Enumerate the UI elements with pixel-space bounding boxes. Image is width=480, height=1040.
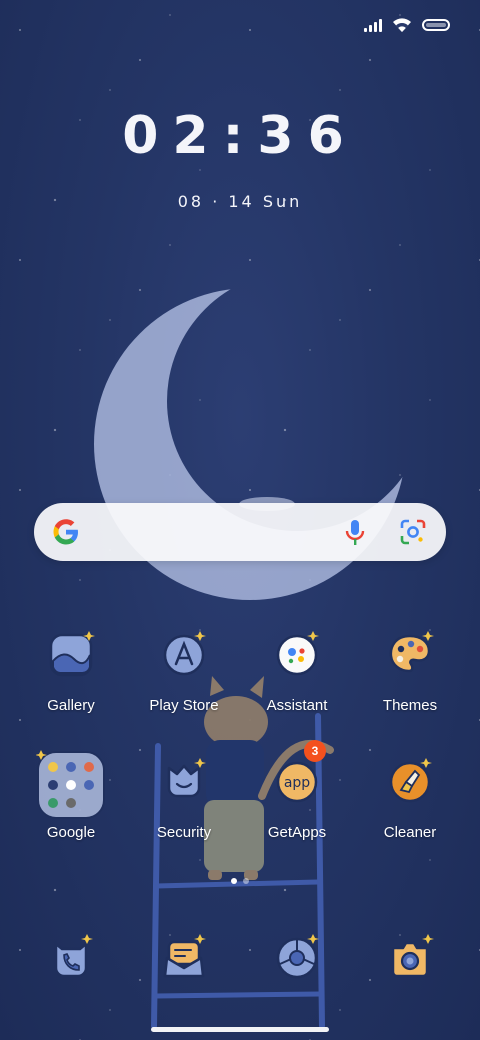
app-google-folder[interactable]: Google	[15, 750, 127, 841]
google-g-icon	[53, 519, 78, 545]
camera-icon	[379, 930, 441, 992]
app-label: Themes	[382, 697, 438, 714]
app-assistant[interactable]: Assistant	[241, 627, 353, 714]
play-store-icon	[153, 627, 215, 689]
dock-camera[interactable]	[354, 930, 466, 992]
app-label: Security	[156, 824, 212, 841]
app-play-store[interactable]: Play Store	[128, 627, 240, 714]
google-search-bar[interactable]	[34, 503, 446, 561]
clock-time[interactable]: 02:36	[0, 106, 480, 166]
notification-badge: 3	[304, 740, 326, 762]
app-label: Assistant	[266, 697, 328, 714]
clock-date[interactable]: 08 · 14 Sun	[0, 192, 480, 211]
app-label: Gallery	[47, 697, 95, 714]
browser-icon	[266, 930, 328, 992]
mic-icon[interactable]	[344, 519, 366, 547]
page-dot-active	[231, 878, 237, 884]
status-bar	[364, 14, 450, 36]
dock-browser[interactable]	[241, 930, 353, 992]
app-label: Google	[46, 824, 96, 841]
cleaner-icon	[379, 754, 441, 816]
security-icon	[153, 754, 215, 816]
app-label: Cleaner	[383, 824, 437, 841]
wifi-icon	[393, 18, 411, 32]
gallery-icon	[40, 627, 102, 689]
page-indicator	[0, 878, 480, 884]
messages-icon	[153, 930, 215, 992]
app-gallery[interactable]: Gallery	[15, 627, 127, 714]
dock-phone[interactable]	[15, 930, 127, 992]
app-themes[interactable]: Themes	[354, 627, 466, 714]
lens-icon[interactable]	[400, 519, 426, 545]
app-security[interactable]: Security	[128, 754, 240, 841]
app-label: GetApps	[267, 824, 327, 841]
getapps-icon: app 3	[266, 740, 328, 816]
app-getapps[interactable]: app 3 GetApps	[241, 740, 353, 841]
page-dot	[243, 878, 249, 884]
google-folder-icon	[35, 750, 106, 820]
signal-icon	[364, 18, 382, 32]
gesture-nav-bar[interactable]	[151, 1027, 329, 1032]
phone-icon	[40, 930, 102, 992]
dock-messages[interactable]	[128, 930, 240, 992]
assistant-icon	[266, 627, 328, 689]
getapps-icon-text: app	[284, 775, 310, 791]
app-cleaner[interactable]: Cleaner	[354, 754, 466, 841]
battery-icon	[422, 19, 450, 31]
app-label: Play Store	[149, 697, 219, 714]
themes-icon	[379, 627, 441, 689]
